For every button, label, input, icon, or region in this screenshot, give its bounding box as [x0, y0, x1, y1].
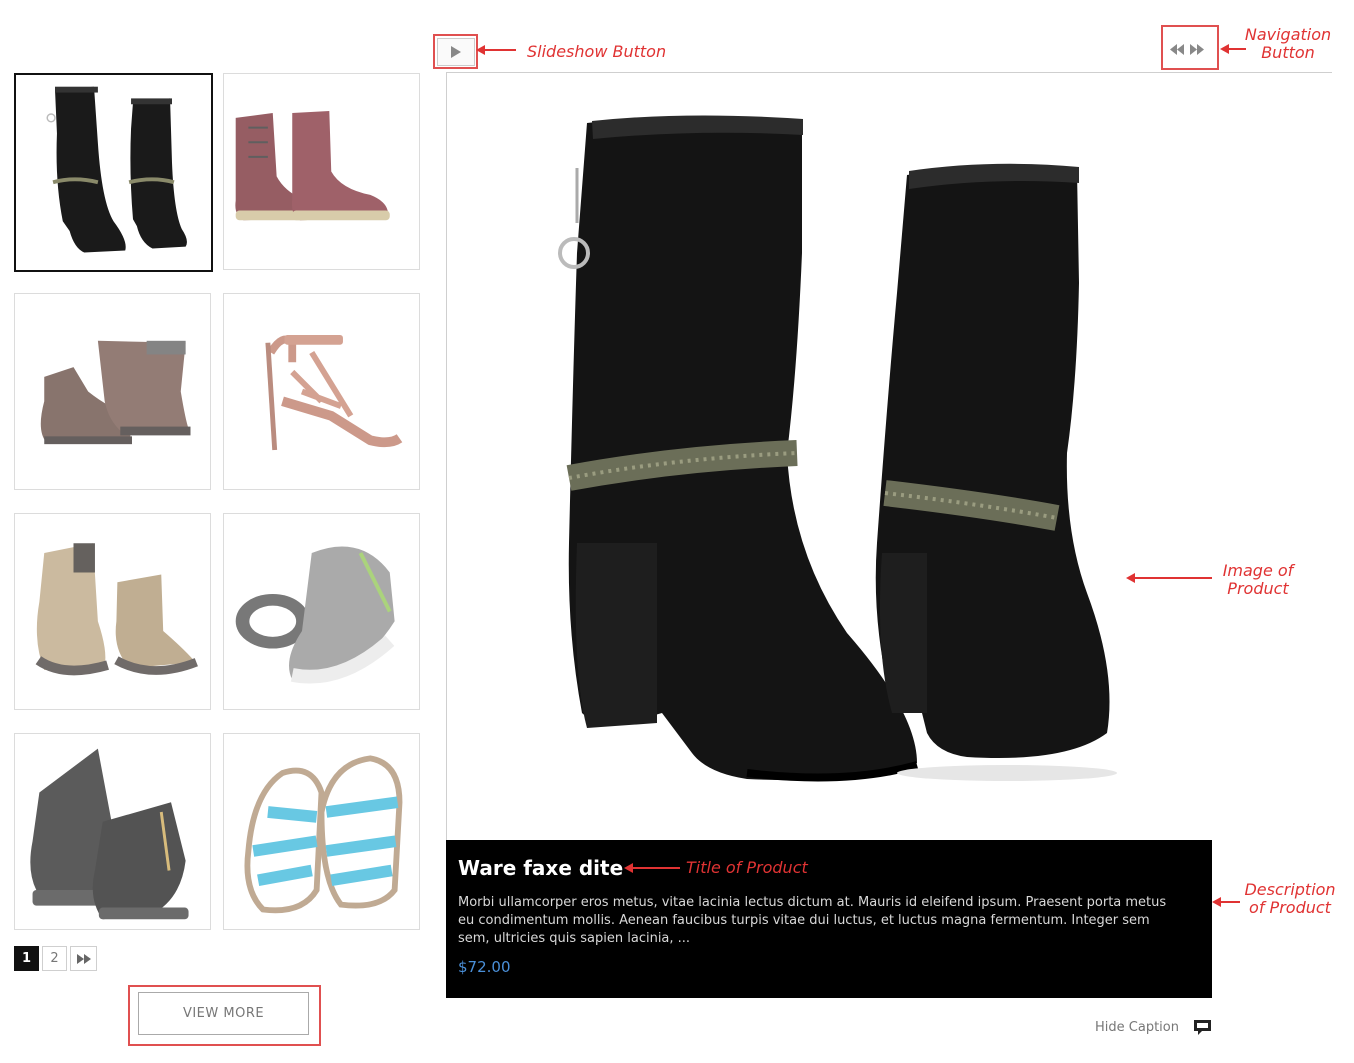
- thumbnail-3[interactable]: [14, 293, 211, 490]
- product-price: $72.00: [458, 958, 511, 976]
- hide-caption-label[interactable]: Hide Caption: [1095, 1020, 1179, 1035]
- image-arrow: [1126, 573, 1212, 583]
- thumbnail-6[interactable]: [223, 513, 420, 710]
- rewind-icon[interactable]: [1170, 43, 1184, 55]
- title-arrow: [624, 863, 680, 873]
- slideshow-arrow: [476, 45, 516, 55]
- thumbnail-4[interactable]: [223, 293, 420, 490]
- play-icon: [451, 46, 461, 58]
- view-more-button[interactable]: VIEW MORE: [138, 992, 309, 1035]
- slideshow-button[interactable]: [437, 38, 475, 66]
- thumbnail-2[interactable]: [223, 73, 420, 270]
- navigation-buttons: [1170, 40, 1212, 58]
- fast-forward-icon[interactable]: [1190, 43, 1204, 55]
- page-1-button[interactable]: 1: [14, 946, 39, 971]
- description-annotation: Description of Product: [1238, 881, 1342, 917]
- description-annotation-line-1: Description: [1244, 880, 1336, 899]
- product-title: Ware faxe dite: [458, 856, 624, 880]
- image-annotation-line-1: Image of: [1222, 561, 1294, 580]
- description-annotation-line-2: of Product: [1249, 898, 1331, 917]
- image-annotation: Image of Product: [1208, 562, 1308, 598]
- page-2-button[interactable]: 2: [42, 946, 67, 971]
- fast-forward-icon: [76, 953, 91, 964]
- speech-bubble-icon[interactable]: [1193, 1019, 1212, 1036]
- thumbnail-7[interactable]: [14, 733, 211, 930]
- product-caption: Ware faxe dite Morbi ullamcorper eros me…: [446, 840, 1212, 998]
- thumbnail-8[interactable]: [223, 733, 420, 930]
- pager-next-button[interactable]: [70, 946, 97, 971]
- navigation-annotation-line-1: Navigation: [1244, 25, 1332, 44]
- title-annotation: Title of Product: [686, 858, 808, 877]
- image-annotation-line-2: Product: [1227, 579, 1289, 598]
- navigation-annotation: Navigation Button: [1238, 26, 1338, 62]
- slideshow-annotation: Slideshow Button: [527, 42, 667, 61]
- thumbnail-1[interactable]: [14, 73, 213, 272]
- black-suede-boot-icon: [46, 86, 187, 253]
- navigation-annotation-line-2: Button: [1261, 43, 1315, 62]
- product-image: [558, 115, 1117, 782]
- product-description: Morbi ullamcorper eros metus, vitae laci…: [458, 895, 1167, 946]
- thumbnail-5[interactable]: [14, 513, 211, 710]
